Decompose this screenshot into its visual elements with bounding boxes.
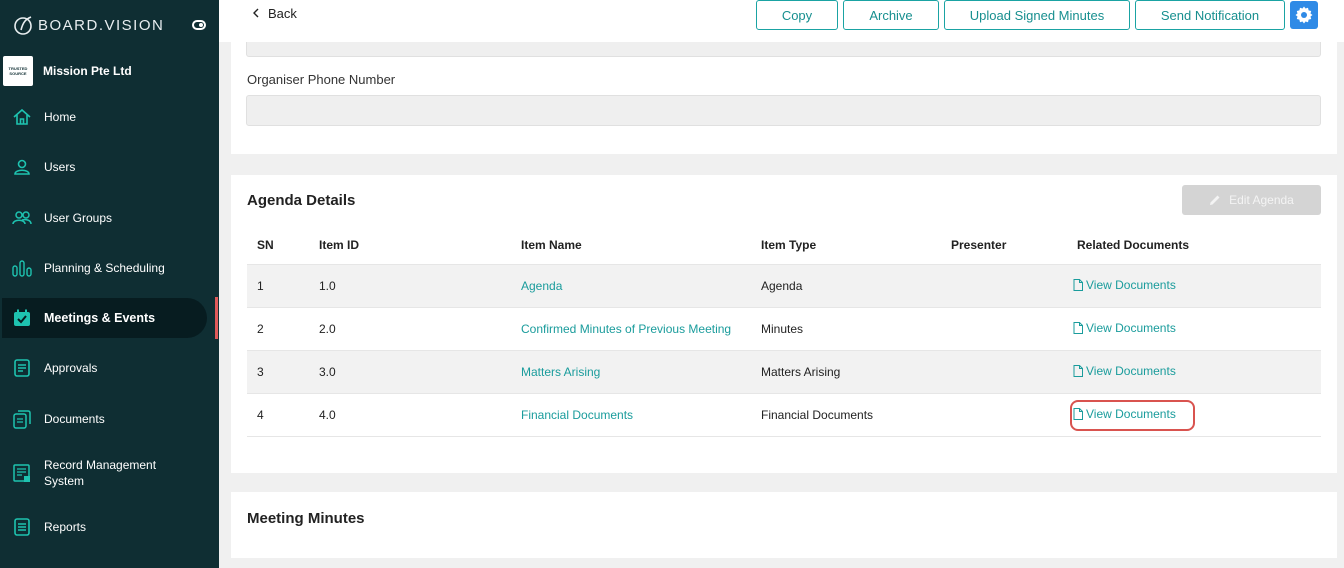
- sidebar-item-documents[interactable]: Documents: [0, 399, 210, 439]
- agenda-section-title: Agenda Details: [247, 192, 356, 209]
- sidebar-item-label: Home: [44, 110, 77, 124]
- sidebar-item-label: Reports: [44, 520, 87, 534]
- table-row: 2 2.0 Confirmed Minutes of Previous Meet…: [247, 307, 1321, 351]
- home-icon: [12, 107, 32, 127]
- active-nav-indicator: [215, 297, 218, 339]
- meeting-minutes-title: Meeting Minutes: [247, 510, 365, 527]
- item-name-link[interactable]: Agenda: [521, 279, 562, 293]
- cell-item-type: Agenda: [751, 264, 941, 308]
- sidebar-item-label: Record Management System: [44, 458, 157, 488]
- item-name-link[interactable]: Matters Arising: [521, 365, 600, 379]
- back-label: Back: [268, 6, 297, 21]
- cell-presenter: [941, 307, 1067, 351]
- document-icon: [1073, 278, 1083, 291]
- record-icon: [12, 463, 32, 483]
- planning-icon: [12, 258, 32, 278]
- sidebar-item-users[interactable]: Users: [0, 147, 210, 187]
- document-icon: [1073, 321, 1083, 334]
- calendar-check-icon: [12, 308, 32, 328]
- cell-sn: 4: [247, 393, 309, 437]
- cell-item-id: 4.0: [309, 393, 511, 437]
- sidebar: BOARD.VISION TRUSTED SOURCE Mission Pte L…: [0, 0, 219, 568]
- brand-name: BOARD.VISION: [38, 16, 165, 34]
- copy-button[interactable]: Copy: [756, 0, 838, 30]
- cell-presenter: [941, 264, 1067, 308]
- cell-sn: 3: [247, 350, 309, 394]
- pencil-icon: [1210, 195, 1220, 205]
- column-header-item-name[interactable]: Item Name: [511, 226, 751, 265]
- cell-presenter: [941, 393, 1067, 437]
- previous-field-input[interactable]: [246, 42, 1321, 57]
- highlight-box: [1070, 400, 1195, 431]
- sidebar-item-planning[interactable]: Planning & Scheduling: [0, 248, 210, 288]
- sidebar-item-label: Approvals: [44, 361, 98, 375]
- send-notification-button[interactable]: Send Notification: [1135, 0, 1285, 30]
- sidebar-item-user-groups[interactable]: User Groups: [0, 198, 210, 238]
- column-header-item-id[interactable]: Item ID: [309, 226, 511, 265]
- item-name-link[interactable]: Financial Documents: [521, 408, 633, 422]
- sidebar-item-home[interactable]: Home: [0, 97, 210, 137]
- edit-agenda-label: Edit Agenda: [1229, 193, 1294, 207]
- user-icon: [12, 157, 32, 177]
- org-name: Mission Pte Ltd: [43, 64, 132, 78]
- sidebar-item-label: Planning & Scheduling: [44, 261, 165, 275]
- organiser-phone-input[interactable]: [246, 95, 1321, 126]
- cell-item-id: 2.0: [309, 307, 511, 351]
- cell-item-id: 1.0: [309, 264, 511, 308]
- item-name-link[interactable]: Confirmed Minutes of Previous Meeting: [521, 322, 731, 336]
- view-documents-link[interactable]: View Documents: [1073, 321, 1176, 335]
- approvals-icon: [12, 358, 32, 378]
- sidebar-toggle-icon[interactable]: [192, 20, 206, 30]
- sidebar-item-label: Meetings & Events: [44, 311, 156, 325]
- view-documents-link[interactable]: View Documents: [1073, 278, 1176, 292]
- column-header-related-documents[interactable]: Related Documents: [1067, 226, 1321, 265]
- table-header-row: SN Item ID Item Name Item Type Presenter…: [247, 226, 1321, 265]
- document-icon: [1073, 364, 1083, 377]
- column-header-sn[interactable]: SN: [247, 226, 309, 265]
- cell-sn: 1: [247, 264, 309, 308]
- reports-icon: [12, 517, 32, 537]
- user-groups-icon: [12, 208, 32, 228]
- cell-item-type: Financial Documents: [751, 393, 941, 437]
- table-row: 3 3.0 Matters Arising Matters Arising Vi…: [247, 350, 1321, 394]
- sidebar-item-record-management[interactable]: Record Management System: [0, 453, 210, 493]
- chevron-left-icon: [252, 6, 260, 21]
- sidebar-item-meetings-events[interactable]: Meetings & Events: [2, 298, 207, 338]
- meeting-minutes-card: [231, 492, 1337, 558]
- gear-icon: [1295, 6, 1313, 24]
- cell-item-id: 3.0: [309, 350, 511, 394]
- sidebar-item-reports[interactable]: Reports: [0, 507, 210, 547]
- table-row: 1 1.0 Agenda Agenda View Documents: [247, 264, 1321, 308]
- cell-item-type: Matters Arising: [751, 350, 941, 394]
- cell-sn: 2: [247, 307, 309, 351]
- org-logo: TRUSTED SOURCE: [3, 56, 33, 86]
- org-switcher[interactable]: TRUSTED SOURCE Mission Pte Ltd: [3, 56, 132, 86]
- cell-presenter: [941, 350, 1067, 394]
- back-button[interactable]: Back: [252, 6, 297, 21]
- cell-item-type: Minutes: [751, 307, 941, 351]
- edit-agenda-button[interactable]: Edit Agenda: [1182, 185, 1321, 215]
- board-vision-logo-icon: [14, 16, 32, 35]
- column-header-item-type[interactable]: Item Type: [751, 226, 941, 265]
- documents-icon: [12, 409, 32, 429]
- upload-signed-minutes-button[interactable]: Upload Signed Minutes: [944, 0, 1130, 30]
- sidebar-item-label: User Groups: [44, 211, 113, 225]
- sidebar-item-label: Documents: [44, 412, 105, 426]
- archive-button[interactable]: Archive: [843, 0, 939, 30]
- settings-button[interactable]: [1290, 1, 1318, 29]
- sidebar-item-label: Users: [44, 160, 76, 174]
- brand-logo[interactable]: BOARD.VISION: [12, 14, 164, 36]
- sidebar-item-approvals[interactable]: Approvals: [0, 348, 210, 388]
- organiser-phone-label: Organiser Phone Number: [247, 72, 396, 87]
- column-header-presenter[interactable]: Presenter: [941, 226, 1067, 265]
- view-documents-link[interactable]: View Documents: [1073, 364, 1176, 378]
